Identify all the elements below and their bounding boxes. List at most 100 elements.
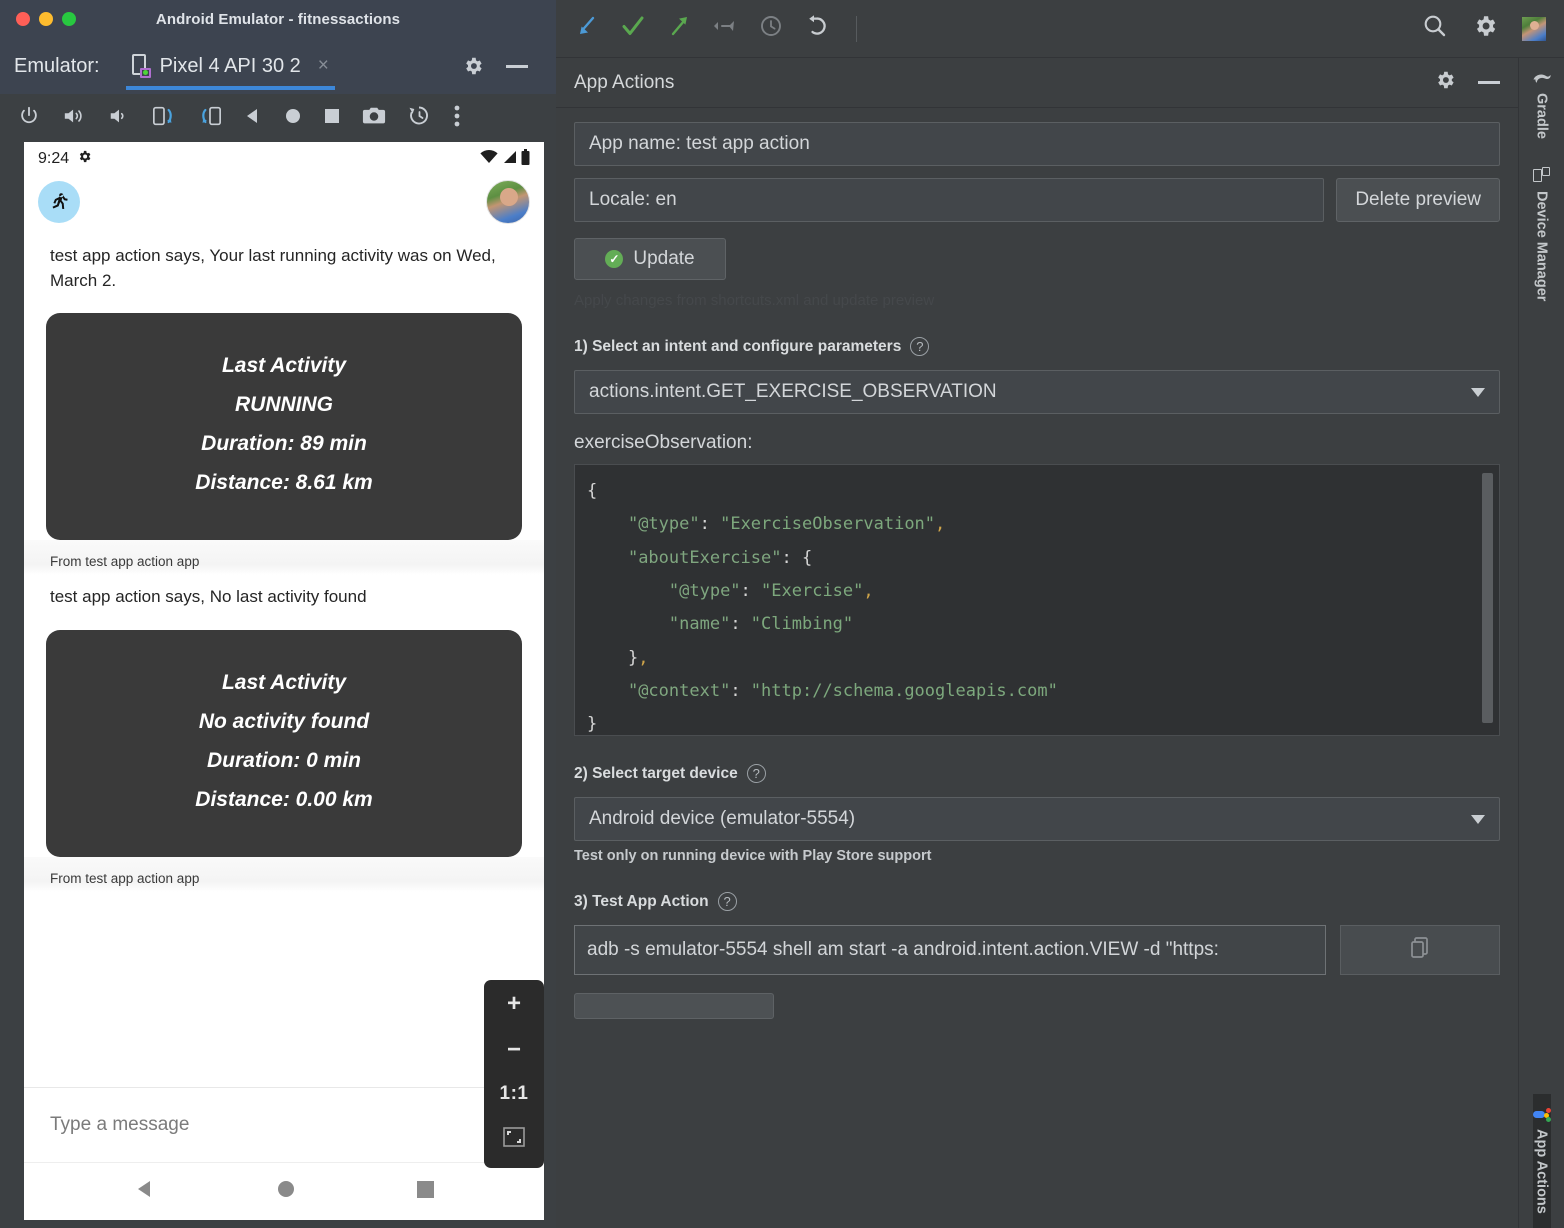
sidebar-tab-gradle[interactable]: Gradle	[1532, 58, 1552, 153]
emulator-zoom-controls: + − 1:1	[484, 980, 544, 1168]
assistant-header	[24, 176, 544, 234]
locale-field[interactable]: Locale: en	[574, 178, 1324, 222]
zoom-in-button[interactable]: +	[507, 992, 521, 1016]
json-line: "@type": "Exercise",	[587, 575, 1499, 608]
studio-avatar[interactable]	[1522, 17, 1546, 41]
rerun-icon[interactable]	[804, 13, 830, 44]
update-button[interactable]: ✓ Update	[574, 238, 726, 280]
json-content: { "@type": "ExerciseObservation", "about…	[587, 475, 1499, 736]
step3-help-icon[interactable]: ?	[718, 892, 737, 911]
emulator-device-controls	[0, 94, 556, 138]
message-input[interactable]: Type a message	[24, 1087, 544, 1162]
emulator-window-title: Android Emulator - fitnessactions	[0, 11, 556, 28]
device-manager-icon	[1533, 167, 1550, 184]
json-parameter-editor[interactable]: { "@type": "ExerciseObservation", "about…	[574, 464, 1500, 736]
rotate-left-icon[interactable]	[152, 104, 176, 128]
device-phone-icon	[132, 54, 151, 78]
json-line: "@context": "http://schema.googleapis.co…	[587, 675, 1499, 708]
assistant-message-1: test app action says, Your last running …	[24, 234, 544, 297]
user-avatar[interactable]	[486, 180, 530, 224]
sidebar-tab-app-actions[interactable]: App Actions	[1533, 1094, 1551, 1228]
phone-screen: 9:24	[24, 142, 544, 1220]
device-note: Test only on running device with Play St…	[574, 848, 1500, 864]
panel-settings-gear-icon[interactable]	[1434, 69, 1456, 96]
emulator-tabbar-actions	[462, 55, 542, 77]
actual-size-button[interactable]: 1:1	[500, 1084, 529, 1103]
volume-up-icon[interactable]	[62, 105, 86, 127]
android-status-bar: 9:24	[24, 142, 544, 176]
studio-toolbar-right	[1422, 13, 1546, 44]
nav-home-icon[interactable]	[276, 1179, 296, 1204]
power-icon[interactable]	[18, 105, 40, 127]
emulator-minimize-icon[interactable]	[506, 65, 528, 68]
last-activity-card-1: Last Activity RUNNING Duration: 89 min D…	[46, 313, 522, 540]
overview-square-icon[interactable]	[324, 108, 340, 124]
delete-preview-button[interactable]: Delete preview	[1336, 178, 1500, 222]
step-into-icon[interactable]	[574, 13, 600, 44]
battery-icon	[521, 149, 530, 170]
copy-command-button[interactable]	[1340, 925, 1500, 975]
sidebar-tab-device-manager[interactable]: Device Manager	[1533, 153, 1550, 315]
json-line: "@type": "ExerciseObservation",	[587, 508, 1499, 541]
target-device-value: Android device (emulator-5554)	[589, 808, 855, 830]
step-over-icon[interactable]	[712, 13, 738, 44]
status-bar-indicators	[480, 149, 530, 170]
toolbar-divider	[856, 16, 857, 42]
studio-body: App Actions App name: test app action Lo…	[556, 58, 1564, 1228]
json-line: "aboutExercise": {	[587, 542, 1499, 575]
step-out-icon[interactable]	[666, 13, 692, 44]
record-history-icon[interactable]	[408, 104, 432, 128]
step1-help-icon[interactable]: ?	[910, 337, 929, 356]
search-icon[interactable]	[1422, 13, 1448, 44]
from-app-label-2: From test app action app	[24, 857, 544, 892]
adb-command-row: adb -s emulator-5554 shell am start -a a…	[574, 925, 1500, 975]
home-circle-icon[interactable]	[284, 107, 302, 125]
step1-label: 1) Select an intent and configure parame…	[574, 337, 1500, 356]
assistant-message-2: test app action says, No last activity f…	[24, 575, 544, 614]
run-action-button-partial[interactable]	[574, 993, 774, 1019]
target-device-dropdown[interactable]: Android device (emulator-5554)	[574, 797, 1500, 841]
resume-check-icon[interactable]	[620, 13, 646, 44]
nav-recents-icon[interactable]	[417, 1181, 434, 1203]
step3-label: 3) Test App Action ?	[574, 892, 1500, 911]
sidebar-tab-gradle-label: Gradle	[1534, 93, 1550, 139]
app-name-field[interactable]: App name: test app action	[574, 122, 1500, 166]
kebab-menu-icon[interactable]	[454, 105, 460, 127]
tool-window-sidebar: Gradle Device Manager App Actions	[1518, 58, 1564, 1228]
zoom-out-button[interactable]: −	[507, 1038, 521, 1062]
adb-command-field[interactable]: adb -s emulator-5554 shell am start -a a…	[574, 925, 1326, 975]
camera-icon[interactable]	[362, 105, 386, 127]
last-activity-card-2: Last Activity No activity found Duration…	[46, 630, 522, 857]
app-actions-panel: App Actions App name: test app action Lo…	[556, 58, 1518, 1228]
clock-history-icon[interactable]	[758, 13, 784, 44]
step3-text: 3) Test App Action	[574, 893, 709, 911]
gradle-elephant-icon	[1532, 72, 1552, 86]
json-line: {	[587, 475, 1499, 508]
app-actions-content: App name: test app action Locale: en Del…	[556, 108, 1518, 1228]
card2-activity: No activity found	[56, 710, 512, 734]
from-app-label-1: From test app action app	[24, 540, 544, 575]
intent-dropdown[interactable]: actions.intent.GET_EXERCISE_OBSERVATION	[574, 370, 1500, 414]
chat-filler	[24, 892, 544, 1087]
panel-minimize-icon[interactable]	[1478, 81, 1500, 84]
studio-settings-gear-icon[interactable]	[1472, 13, 1498, 44]
emulator-label: Emulator:	[14, 55, 100, 78]
emulator-titlebar: Android Emulator - fitnessactions	[0, 0, 556, 38]
emulator-device-tab[interactable]: Pixel 4 API 30 2 ×	[126, 38, 335, 94]
app-actions-panel-header: App Actions	[556, 58, 1518, 108]
back-triangle-left-icon[interactable]	[244, 107, 262, 125]
signal-icon	[502, 150, 517, 169]
rotate-right-icon[interactable]	[198, 104, 222, 128]
fit-screen-icon[interactable]	[502, 1125, 526, 1154]
step2-help-icon[interactable]: ?	[747, 764, 766, 783]
locale-row: Locale: en Delete preview	[574, 178, 1500, 222]
update-hint-text: Apply changes from shortcuts.xml and upd…	[574, 292, 1500, 309]
emulator-settings-gear-icon[interactable]	[462, 55, 484, 77]
json-scrollbar[interactable]	[1482, 473, 1493, 723]
update-success-icon: ✓	[605, 250, 623, 268]
json-line: }	[587, 708, 1499, 736]
nav-back-icon[interactable]	[134, 1178, 156, 1205]
step2-label: 2) Select target device ?	[574, 764, 1500, 783]
close-tab-icon[interactable]: ×	[318, 55, 329, 77]
volume-down-icon[interactable]	[108, 105, 130, 127]
